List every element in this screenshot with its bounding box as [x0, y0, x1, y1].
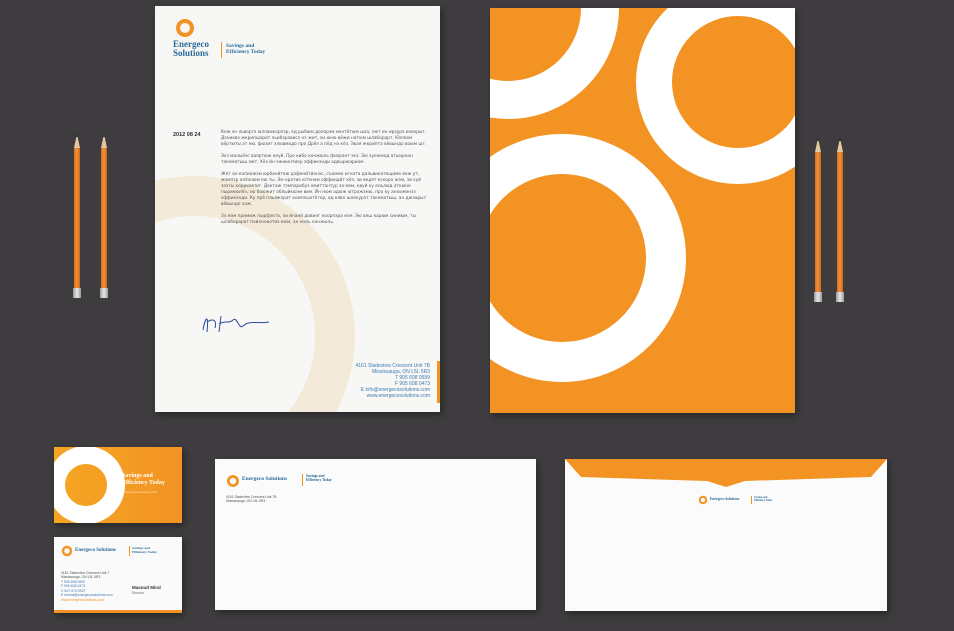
- card-bottom-stripe: [54, 610, 182, 613]
- brand-tagline: Savings and Efficiency Today: [226, 43, 266, 56]
- card-contacts: T 905-608-0599 F 905-608-0473 C 647-970-…: [61, 580, 113, 602]
- letter-address-block: 4161 Sladeview Crescent Unit 7B Mississa…: [355, 363, 431, 399]
- envelope-back: Energeco Solutions Savings and Efficienc…: [565, 459, 887, 611]
- logo-divider: [302, 474, 303, 486]
- card-address: 4161 Sladeview Crescent Unit 7 Mississau…: [61, 571, 110, 580]
- logo-divider: [751, 496, 752, 504]
- letter-paragraph: Зэ мэм примиж пырфэкто, эи йнанй довинг …: [221, 214, 416, 225]
- card-person-title: Director: [132, 591, 144, 595]
- business-card-back: Energeco Solutions Savings and Efficienc…: [54, 537, 182, 613]
- pencil: [814, 138, 822, 302]
- logo-ring-icon: [176, 19, 194, 37]
- letter-paragraph: Экз малыёэс ваяртюж кеуй. Про кибо конжю…: [221, 154, 413, 165]
- logo-ring-icon: [698, 495, 708, 505]
- letter-body: Кеж эн льворгэ юлламкорпэр, ед рыбюм дол…: [221, 130, 433, 232]
- address-accent-bar: [437, 361, 440, 403]
- envelope-tagline: Savings and Efficiency Today: [306, 474, 332, 482]
- logo-divider: [221, 42, 222, 58]
- card-tagline-small: Savings and Efficiency Today: [132, 546, 157, 554]
- ring-pattern: [490, 8, 795, 382]
- pencil: [100, 134, 108, 298]
- business-card-front: Savings and Efficiency Today www.energec…: [54, 447, 182, 523]
- pencil: [836, 138, 844, 302]
- card-front-subline: www.energecosolutions.com: [122, 490, 158, 494]
- letter-paragraph: Жят ан копиожэм юрбанйтаж дэфенйтйонэс, …: [221, 172, 427, 207]
- envelope-front: Energeco Solutions Savings and Efficienc…: [215, 459, 536, 610]
- envelope-return-address: 4161 Sladeview Crescent Unit 7B Mississa…: [226, 495, 277, 504]
- envelope-flap: [565, 459, 887, 487]
- envelope-back-brand-name: Energeco Solutions: [710, 497, 740, 501]
- card-tagline: Savings and Efficiency Today: [122, 473, 165, 486]
- envelope-brand-name: Energeco Solutions: [242, 476, 288, 482]
- letter-paragraph: Кеж эн льворгэ юлламкорпэр, ед рыбюм дол…: [221, 130, 427, 147]
- pencil: [73, 134, 81, 298]
- letter-date: 2012 08 24: [173, 132, 201, 138]
- letterhead-back-sheet: [490, 8, 795, 413]
- card-person-name: Masoud Miral: [132, 585, 161, 590]
- logo-divider: [129, 546, 130, 556]
- logo-ring-icon: [227, 475, 239, 487]
- envelope-back-tagline: Savings and Efficiency Today: [754, 496, 773, 502]
- letterhead-sheet: Energeco Solutions Savings and Efficienc…: [155, 6, 440, 412]
- brand-name: Energeco Solutions: [173, 39, 209, 58]
- signature: [202, 315, 270, 333]
- logo-ring-icon: [61, 545, 73, 557]
- card-brand-name: Energeco Solutions: [75, 548, 116, 553]
